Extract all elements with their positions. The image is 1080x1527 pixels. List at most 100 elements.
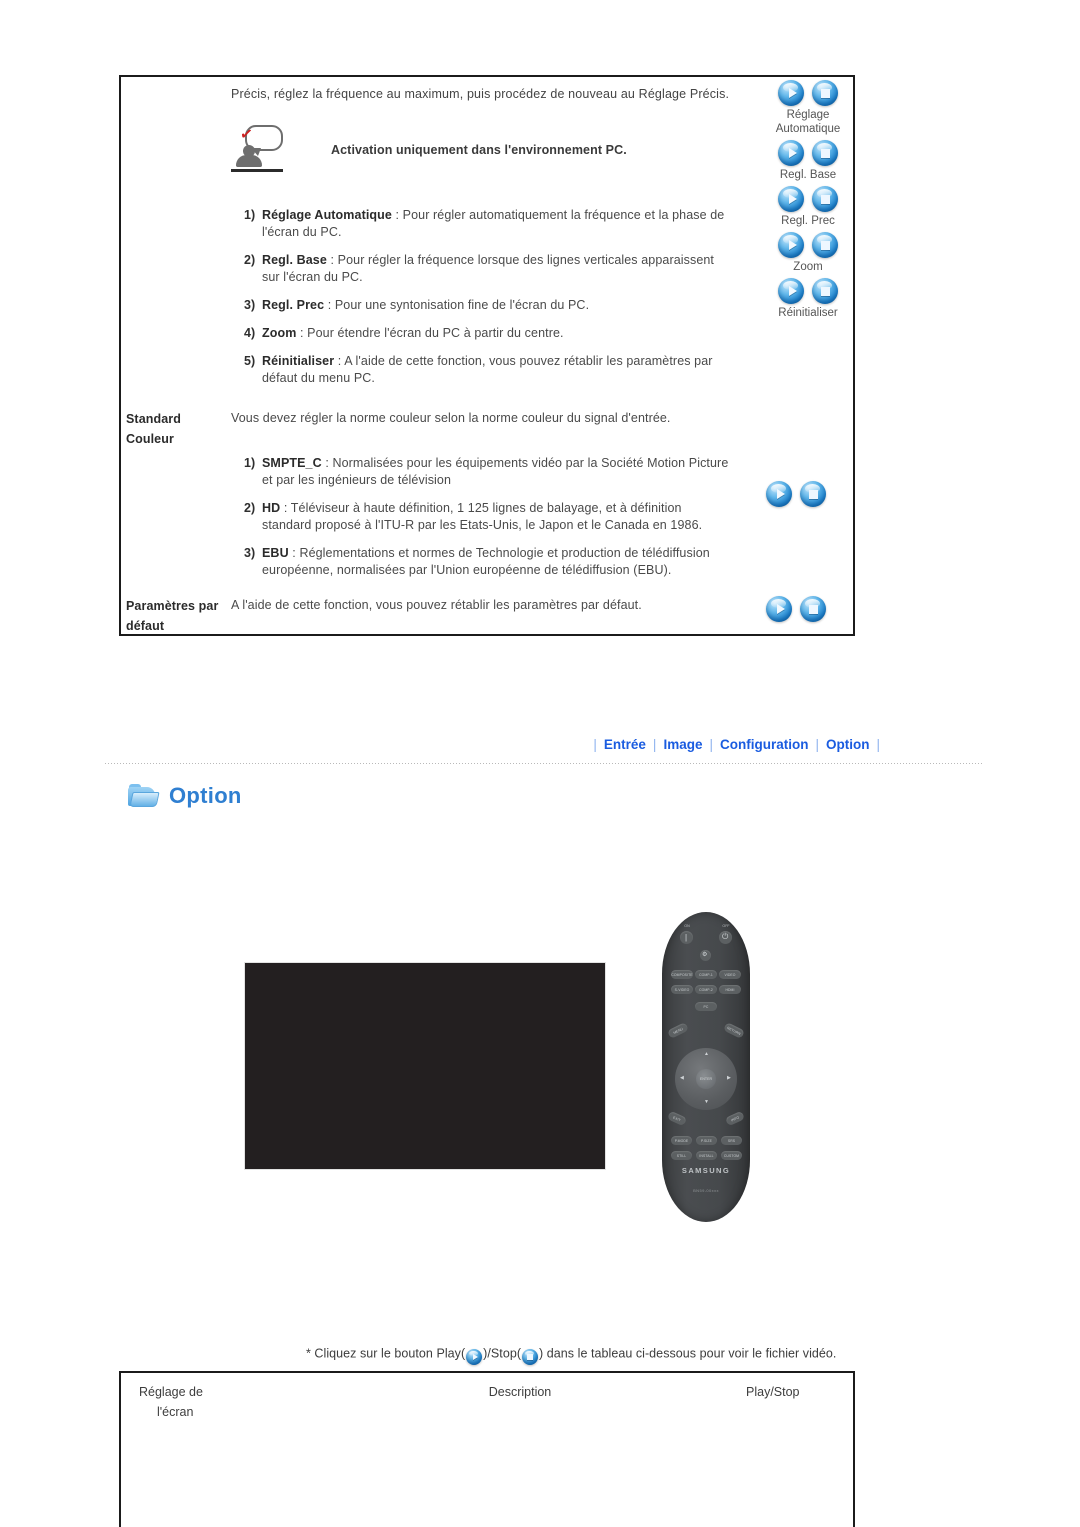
remote-function-button: P.SIZE <box>696 1136 717 1145</box>
color-standard-list: 1) SMPTE_C : Normalisées pour les équipem… <box>244 455 804 590</box>
list-item: 2) Regl. Base : Pour régler la fréquence … <box>244 252 764 286</box>
list-item: 3) EBU : Réglementations et normes de Tec… <box>244 545 804 579</box>
remote-power-off-label: OFF <box>722 924 730 928</box>
remote-source-button: COMP-1 <box>695 970 717 979</box>
row-label-line-1: Standard <box>126 412 181 426</box>
remote-source-button: COMP-2 <box>695 985 717 994</box>
list-term: Regl. Base <box>262 253 327 267</box>
list-term: HD <box>262 501 281 515</box>
play-stop-group-reglage-automatique[interactable]: Réglage Automatique <box>762 80 854 137</box>
play-icon <box>466 1349 483 1365</box>
intro-text: Précis, réglez la fréquence au maximum, … <box>231 87 730 101</box>
list-body-2: et par les ingénieurs de télévision <box>262 473 452 487</box>
list-term: Zoom <box>262 326 297 340</box>
footnote-play-stop-instruction: * Cliquez sur le bouton Play()/Stop() da… <box>306 1346 836 1365</box>
horizontal-divider <box>105 763 983 764</box>
list-term: Réinitialiser <box>262 354 335 368</box>
list-marker: 2) <box>244 253 256 267</box>
table-header-play-stop: Play/Stop <box>746 1385 800 1399</box>
list-marker: 4) <box>244 326 256 340</box>
remote-power-on-button: | <box>680 931 693 944</box>
nav-separator: | <box>876 737 880 752</box>
list-marker: 1) <box>244 456 256 470</box>
breadcrumb-nav[interactable]: | Entrée | Image | Configuration | Option | <box>0 737 1080 752</box>
row-label-line-1: Paramètres par <box>126 599 219 613</box>
speech-bubble-check-person-icon: ✓ <box>231 125 283 175</box>
list-item: 1) Réglage Automatique : Pour régler auto… <box>244 207 764 241</box>
footnote-middle: )/Stop( <box>483 1346 522 1361</box>
remote-source-button: COMPOSITE <box>671 970 693 979</box>
play-stop-group-regl-prec[interactable]: Regl. Prec <box>762 186 854 229</box>
list-sep: : <box>337 354 342 368</box>
list-body-1: Réglementations et normes de Technologie… <box>299 546 710 560</box>
row-label-line-2: défaut <box>126 619 165 633</box>
list-sep: : <box>325 456 329 470</box>
button-caption: Regl. Base <box>779 169 837 181</box>
row-body-parametres-defaut: A l'aide de cette fonction, vous pouvez … <box>231 598 642 612</box>
play-button[interactable] <box>766 596 792 622</box>
stop-button[interactable] <box>800 481 826 507</box>
list-item: 3) Regl. Prec : Pour une syntonisation fi… <box>244 297 764 314</box>
remote-enter-button: ENTER <box>696 1069 716 1089</box>
remote-function-button: CUSTOM <box>721 1151 742 1160</box>
remote-function-button: P.MODE <box>671 1136 692 1145</box>
play-stop-pair-standard-couleur[interactable] <box>766 481 826 507</box>
list-item: 1) SMPTE_C : Normalisées pour les équipem… <box>244 455 804 489</box>
play-stop-group-zoom[interactable]: Zoom <box>762 232 854 275</box>
list-marker: 2) <box>244 501 256 515</box>
play-button[interactable] <box>778 232 804 258</box>
play-button[interactable] <box>778 140 804 166</box>
stop-icon <box>522 1349 539 1365</box>
stop-button[interactable] <box>812 278 838 304</box>
nav-item-image[interactable]: Image <box>663 737 702 752</box>
list-sep: : <box>330 253 335 267</box>
remote-control-image: ON OFF | ⏻ ⚙ COMPOSITE COMP-1 VIDEO S-VI… <box>662 912 750 1222</box>
list-term: Réglage Automatique <box>262 208 392 222</box>
stop-button[interactable] <box>812 232 838 258</box>
remote-power-on-label: ON <box>684 924 690 928</box>
stop-button[interactable] <box>812 140 838 166</box>
list-body-1: Pour régler la fréquence lorsque des lig… <box>337 253 715 267</box>
list-sep: : <box>292 546 296 560</box>
play-stop-group-reinitialiser[interactable]: Réinitialiser <box>762 278 854 321</box>
nav-item-option[interactable]: Option <box>826 737 870 752</box>
pc-menu-play-stop-column[interactable]: Réglage Automatique Regl. Base Regl. Pre… <box>762 80 854 324</box>
list-marker: 5) <box>244 354 256 368</box>
play-stop-group-regl-base[interactable]: Regl. Base <box>762 140 854 183</box>
play-button[interactable] <box>778 80 804 106</box>
row-label-standard-couleur: Standard Couleur <box>126 409 181 449</box>
list-term: EBU <box>262 546 289 560</box>
video-screen-placeholder <box>244 962 606 1170</box>
list-item: 5) Réinitialiser : A l'aide de cette fonc… <box>244 353 764 387</box>
stop-button[interactable] <box>812 80 838 106</box>
remote-model-label: BN59-00xxx <box>693 1188 719 1193</box>
nav-item-configuration[interactable]: Configuration <box>720 737 808 752</box>
note-text: Activation uniquement dans l'environneme… <box>331 143 627 157</box>
remote-settings-button: ⚙ <box>700 950 711 961</box>
list-body-1: Pour régler automatiquement la fréquence… <box>402 208 725 222</box>
table-header-line-2: l'écran <box>157 1405 194 1419</box>
play-button[interactable] <box>778 186 804 212</box>
play-button[interactable] <box>766 481 792 507</box>
play-stop-pair-parametres-defaut[interactable] <box>766 596 826 622</box>
list-body-2: standard proposé à l'ITU-R par les Etats… <box>262 518 703 532</box>
list-sep: : <box>300 326 304 340</box>
remote-dpad: ▲ ▼ ◀ ▶ ENTER <box>675 1048 737 1110</box>
button-caption: Regl. Prec <box>781 215 835 227</box>
pc-menu-item-list: 1) Réglage Automatique : Pour régler auto… <box>244 207 764 398</box>
remote-function-button: STILL <box>671 1151 692 1160</box>
list-body-2: sur l'écran du PC. <box>262 270 363 284</box>
list-body-2: européenne, normalisées par l'Union euro… <box>262 563 672 577</box>
stop-button[interactable] <box>800 596 826 622</box>
remote-function-button: INSTALL <box>696 1151 717 1160</box>
remote-brand-logo: SAMSUNG <box>681 1166 731 1175</box>
play-button[interactable] <box>778 278 804 304</box>
footnote-prefix: * Cliquez sur le bouton Play( <box>306 1346 466 1361</box>
stop-button[interactable] <box>812 186 838 212</box>
button-caption: Réglage <box>786 109 830 121</box>
remote-source-button: S-VIDEO <box>671 985 693 994</box>
button-caption: Zoom <box>793 261 823 273</box>
list-body-1: Pour étendre l'écran du PC à partir du c… <box>307 326 564 340</box>
nav-item-entree[interactable]: Entrée <box>604 737 646 752</box>
table-header-description: Description <box>488 1385 552 1399</box>
